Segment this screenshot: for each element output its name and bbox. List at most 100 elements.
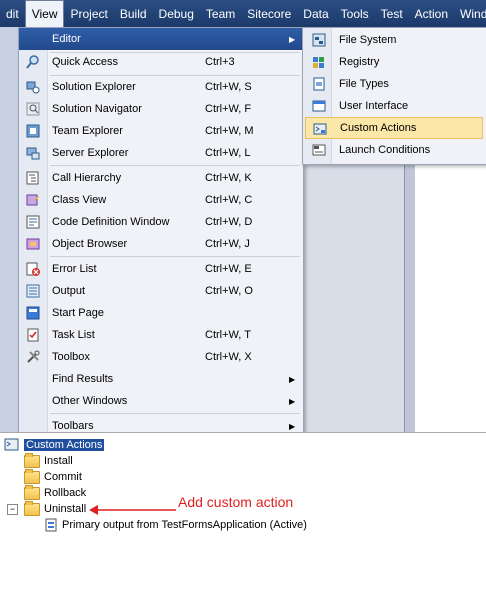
- menu-item-label: Error List: [52, 263, 97, 275]
- submenu-item-launch-conditions[interactable]: Launch Conditions: [305, 139, 483, 161]
- menu-item-shortcut: Ctrl+W, E: [205, 263, 252, 275]
- menu-item-label: File Types: [339, 78, 389, 90]
- ide-document-area: [415, 160, 486, 432]
- tree-node-commit[interactable]: Commit: [24, 468, 82, 485]
- call-hierarchy-icon: [26, 171, 39, 185]
- tree-node-label: Commit: [44, 471, 82, 483]
- menu-item-shortcut: Ctrl+W, O: [205, 285, 253, 297]
- menu-build[interactable]: Build: [114, 0, 153, 27]
- error-list-icon: [26, 262, 40, 276]
- launch-conditions-icon: [312, 144, 326, 156]
- menu-item-label: Toolbars: [52, 420, 94, 432]
- menu-item-error-list[interactable]: Error List Ctrl+W, E: [19, 258, 303, 280]
- user-interface-icon: [312, 100, 326, 112]
- ide-left-toolstrip: [0, 27, 19, 432]
- menu-item-shortcut: Ctrl+W, F: [205, 103, 252, 115]
- menu-item-label: Find Results: [52, 373, 114, 385]
- menu-test[interactable]: Test: [375, 0, 409, 27]
- tree-node-custom-actions[interactable]: Custom Actions: [4, 437, 105, 453]
- menu-item-object-browser[interactable]: Object Browser Ctrl+W, J: [19, 233, 303, 255]
- menu-item-label: Launch Conditions: [339, 144, 431, 156]
- menu-team[interactable]: Team: [200, 0, 241, 27]
- menu-item-label: Object Browser: [52, 238, 128, 250]
- menu-sitecore[interactable]: Sitecore: [241, 0, 297, 27]
- menu-item-label: Server Explorer: [52, 147, 129, 159]
- toolbox-icon: [27, 350, 40, 363]
- class-view-icon: [26, 194, 39, 206]
- menu-data[interactable]: Data: [297, 0, 334, 27]
- menu-separator: [50, 413, 300, 414]
- menu-item-shortcut: Ctrl+3: [205, 56, 235, 68]
- menu-tools[interactable]: Tools: [335, 0, 375, 27]
- object-browser-icon: [26, 238, 40, 250]
- menu-item-server-explorer[interactable]: Server Explorer Ctrl+W, L: [19, 142, 303, 164]
- menu-item-label: Output: [52, 285, 86, 297]
- solution-navigator-icon: [26, 102, 40, 116]
- menu-item-class-view[interactable]: Class View Ctrl+W, C: [19, 189, 303, 211]
- server-explorer-icon: [26, 147, 40, 160]
- tree-node-label: Rollback: [44, 487, 87, 499]
- submenu-item-custom-actions[interactable]: Custom Actions: [305, 117, 483, 139]
- menu-item-task-list[interactable]: Task List Ctrl+W, T: [19, 324, 303, 346]
- annotation-arrow-icon: [89, 505, 176, 515]
- menu-debug[interactable]: Debug: [153, 0, 200, 27]
- file-system-icon: [312, 33, 326, 47]
- tree-node-uninstall[interactable]: Uninstall: [24, 500, 87, 517]
- menu-item-shortcut: Ctrl+W, K: [205, 172, 252, 184]
- menu-separator: [50, 256, 300, 257]
- menu-item-shortcut: Ctrl+W, L: [205, 147, 251, 159]
- view-menu-dropdown: Editor ▶ Quick Access Ctrl+3 Solution Ex…: [18, 27, 304, 434]
- menu-item-label: Toolbox: [52, 351, 90, 363]
- editor-submenu: File System Registry File Types User Int…: [302, 27, 486, 165]
- team-explorer-icon: [26, 124, 40, 138]
- menu-item-code-definition-window[interactable]: Code Definition Window Ctrl+W, D: [19, 211, 303, 233]
- primary-output-icon: [45, 518, 57, 532]
- collapse-toggle-icon[interactable]: −: [7, 504, 18, 515]
- solution-explorer-icon: [26, 81, 40, 94]
- menu-item-shortcut: Ctrl+W, X: [205, 351, 252, 363]
- menu-item-solution-explorer[interactable]: Solution Explorer Ctrl+W, S: [19, 76, 303, 98]
- menu-item-quick-access[interactable]: Quick Access Ctrl+3: [19, 51, 303, 73]
- tree-node-label: Uninstall: [44, 503, 87, 515]
- submenu-arrow-icon: ▶: [289, 374, 296, 384]
- registry-icon: [313, 57, 324, 68]
- submenu-item-file-types[interactable]: File Types: [305, 73, 483, 95]
- tree-node-rollback[interactable]: Rollback: [24, 484, 87, 501]
- submenu-arrow-icon: ▶: [289, 396, 296, 406]
- tree-node-install[interactable]: Install: [24, 452, 73, 469]
- menu-item-solution-navigator[interactable]: Solution Navigator Ctrl+W, F: [19, 98, 303, 120]
- submenu-item-file-system[interactable]: File System: [305, 29, 483, 51]
- submenu-item-user-interface[interactable]: User Interface: [305, 95, 483, 117]
- menu-item-call-hierarchy[interactable]: Call Hierarchy Ctrl+W, K: [19, 167, 303, 189]
- tree-node-primary-output[interactable]: Primary output from TestFormsApplication…: [44, 517, 307, 533]
- menu-item-toolbox[interactable]: Toolbox Ctrl+W, X: [19, 346, 303, 368]
- menu-item-start-page[interactable]: Start Page: [19, 302, 303, 324]
- submenu-arrow-icon: ▶: [289, 421, 296, 431]
- menu-item-label: Editor: [52, 33, 81, 45]
- tree-node-label: Custom Actions: [24, 439, 105, 451]
- file-types-icon: [313, 77, 325, 91]
- menu-action[interactable]: Action: [409, 0, 454, 27]
- code-definition-icon: [26, 215, 40, 229]
- menu-bar: dit View Project Build Debug Team Siteco…: [0, 0, 486, 27]
- menu-item-output[interactable]: Output Ctrl+W, O: [19, 280, 303, 302]
- menu-item-other-windows[interactable]: Other Windows ▶: [19, 390, 303, 412]
- menu-item-team-explorer[interactable]: Team Explorer Ctrl+W, M: [19, 120, 303, 142]
- menu-item-label: Quick Access: [52, 56, 119, 68]
- menu-window[interactable]: Window: [454, 0, 486, 27]
- menu-item-editor[interactable]: Editor ▶: [19, 28, 303, 50]
- menu-item-shortcut: Ctrl+W, J: [205, 238, 250, 250]
- menu-item-shortcut: Ctrl+W, M: [205, 125, 254, 137]
- menu-item-label: Class View: [52, 194, 107, 206]
- menu-project[interactable]: Project: [64, 0, 113, 27]
- folder-icon: [24, 484, 40, 500]
- custom-actions-icon: [4, 438, 19, 451]
- submenu-item-registry[interactable]: Registry: [305, 51, 483, 73]
- folder-icon: [24, 500, 40, 516]
- menu-item-find-results[interactable]: Find Results ▶: [19, 368, 303, 390]
- menu-edit[interactable]: dit: [0, 0, 25, 27]
- menu-view[interactable]: View: [24, 0, 65, 27]
- folder-icon: [24, 452, 40, 468]
- menu-separator: [50, 165, 300, 166]
- menu-item-shortcut: Ctrl+W, C: [205, 194, 253, 206]
